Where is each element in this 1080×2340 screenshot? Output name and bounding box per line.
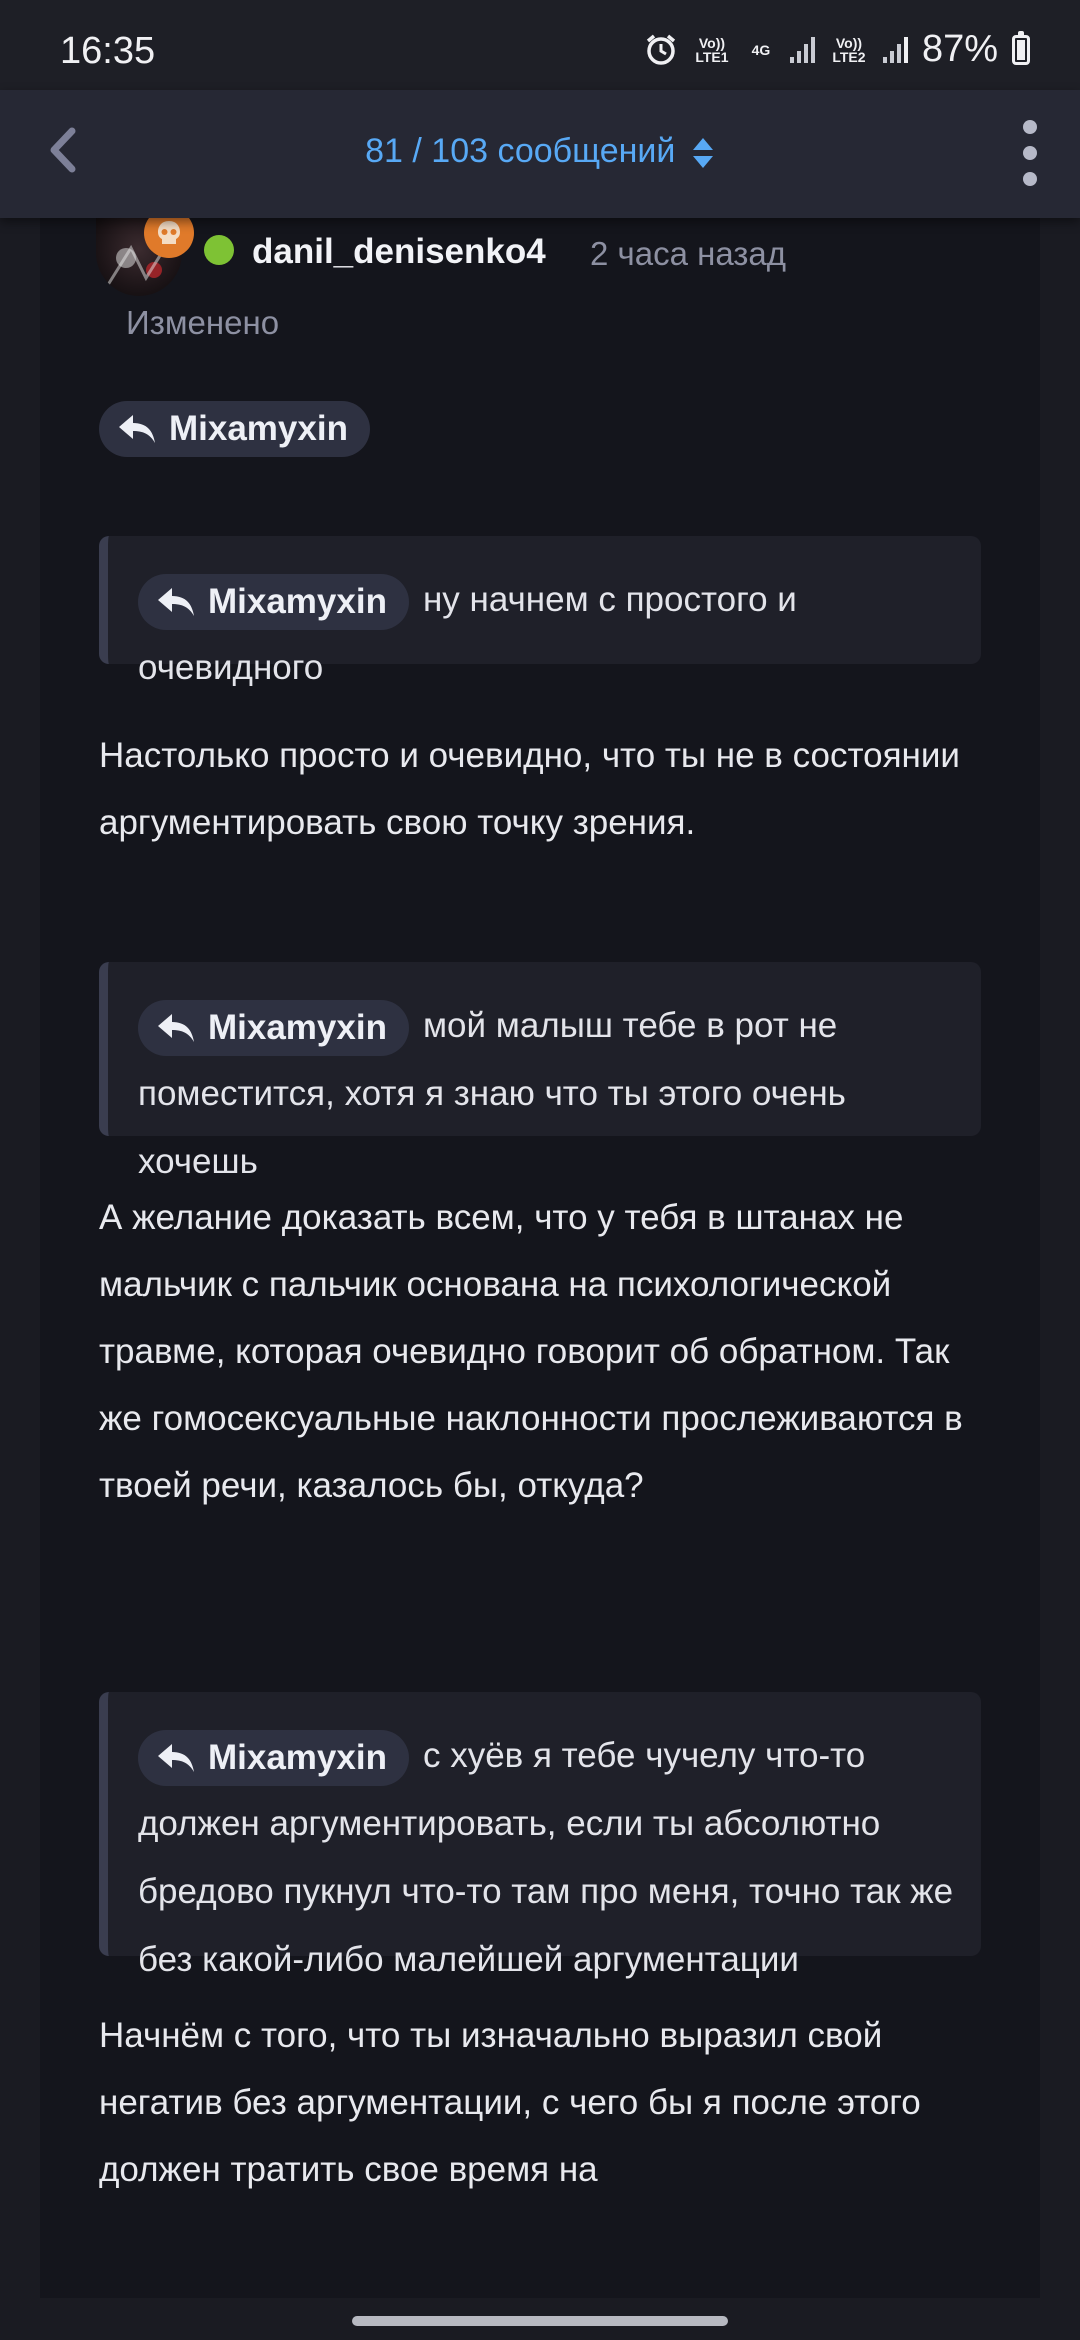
message-counter-label: 81 / 103 сообщений bbox=[365, 132, 676, 170]
signal-icon bbox=[789, 36, 815, 63]
mention-username: Mixamyxin bbox=[169, 409, 348, 448]
quote-block-2: Mixamyxin мой малыш тебе в рот не помест… bbox=[99, 962, 981, 1181]
post-paragraph: А желание доказать всем, что у тебя в шт… bbox=[99, 1198, 963, 1505]
sim1-label: Vo)) LTE1 bbox=[695, 34, 729, 65]
post-header: danil_denisenko4 2 часа назад Изменено bbox=[96, 218, 996, 368]
more-menu-button[interactable] bbox=[1010, 120, 1050, 186]
post-timestamp: 2 часа назад bbox=[590, 235, 787, 272]
quote-mention-chip[interactable]: Mixamyxin bbox=[138, 999, 409, 1056]
post-paragraph: Начнём с того, что ты изначально выразил… bbox=[99, 2016, 921, 2189]
message-counter[interactable]: 81 / 103 сообщений bbox=[0, 132, 1080, 171]
quote-block-1: Mixamyxin ну начнем с простого и очевидн… bbox=[99, 536, 981, 687]
thread-header: 81 / 103 сообщений bbox=[0, 90, 1080, 218]
dot-icon bbox=[1023, 120, 1037, 134]
edited-label: Изменено bbox=[126, 304, 280, 341]
dot-icon bbox=[1023, 172, 1037, 186]
reply-icon bbox=[158, 587, 194, 616]
online-status-icon bbox=[204, 235, 234, 265]
post-paragraph: Настолько просто и очевидно, что ты не в… bbox=[99, 736, 960, 842]
reply-icon bbox=[119, 415, 155, 443]
home-indicator[interactable] bbox=[352, 2316, 728, 2326]
status-icons: Vo)) LTE1 4G Vo)) LTE2 87% bbox=[644, 28, 1030, 71]
author-name[interactable]: danil_denisenko4 bbox=[252, 232, 546, 272]
quote-block-3: Mixamyxin с хуёв я тебе чучелу что-то до… bbox=[99, 1692, 981, 1979]
quote-mention-chip[interactable]: Mixamyxin bbox=[138, 1729, 409, 1786]
dot-icon bbox=[1023, 146, 1037, 160]
quote-mention-chip[interactable]: Mixamyxin bbox=[138, 573, 409, 630]
mention-username: Mixamyxin bbox=[208, 581, 387, 621]
mention-username: Mixamyxin bbox=[208, 1007, 387, 1047]
reply-mention-chip[interactable]: Mixamyxin bbox=[99, 401, 370, 457]
battery-icon bbox=[1012, 30, 1030, 65]
post-card: danil_denisenko4 2 часа назад Изменено M… bbox=[40, 218, 1040, 2298]
network-type: 4G bbox=[751, 41, 771, 58]
sort-icon bbox=[692, 138, 713, 169]
status-bar: 16:35 Vo)) LTE1 4G Vo)) LTE2 87% bbox=[0, 0, 1080, 90]
reply-icon bbox=[158, 1013, 194, 1042]
navigation-bar bbox=[0, 2298, 1080, 2340]
signal-icon-2 bbox=[882, 36, 908, 63]
alarm-icon bbox=[644, 33, 678, 67]
battery-percent: 87% bbox=[921, 28, 998, 70]
reply-icon bbox=[158, 1743, 194, 1772]
sim2-label: Vo)) LTE2 bbox=[832, 34, 866, 65]
status-time: 16:35 bbox=[60, 30, 156, 72]
mention-username: Mixamyxin bbox=[208, 1737, 387, 1777]
